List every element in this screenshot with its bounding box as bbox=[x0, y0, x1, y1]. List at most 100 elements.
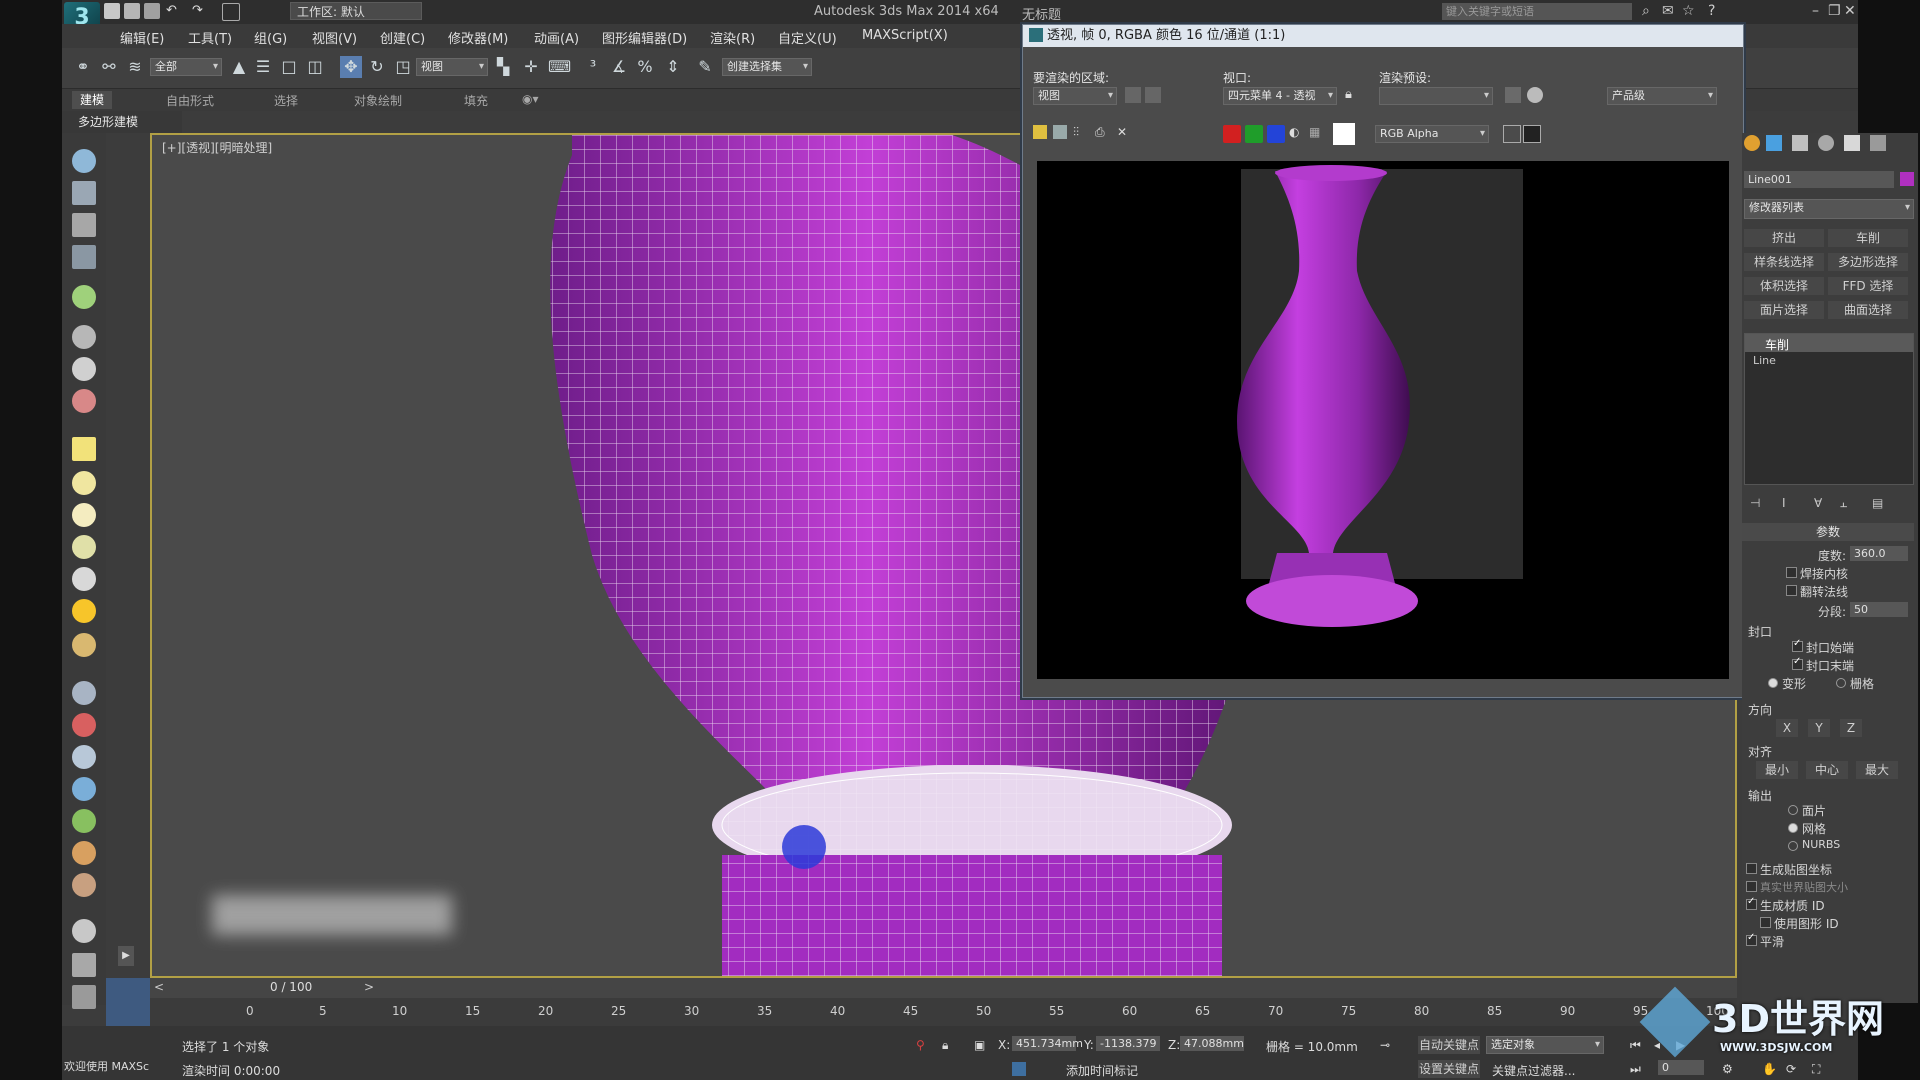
open-file-icon[interactable] bbox=[124, 3, 140, 19]
show-end-result-icon[interactable]: Ⅰ bbox=[1782, 496, 1786, 510]
teapot-icon[interactable] bbox=[72, 149, 96, 173]
keyboard-shortcut-icon[interactable]: ⌨ bbox=[548, 56, 571, 78]
cap-end-checkbox[interactable] bbox=[1792, 656, 1803, 670]
window-crossing-icon[interactable]: ◫ bbox=[304, 56, 326, 78]
scale-icon[interactable]: ◳ bbox=[392, 56, 414, 78]
layers-icon[interactable] bbox=[72, 985, 96, 1009]
ribbon-options-icon[interactable]: ◉▾ bbox=[522, 92, 539, 106]
help-icon[interactable]: ? bbox=[1708, 3, 1715, 19]
y-coordinate-field[interactable]: -1138.379 bbox=[1096, 1036, 1160, 1051]
modifier-list-dropdown[interactable]: 修改器列表 bbox=[1744, 199, 1914, 219]
toggle-ui-icon[interactable] bbox=[1503, 125, 1521, 143]
prev-frame-icon[interactable]: < bbox=[154, 980, 164, 994]
save-image-icon[interactable] bbox=[1033, 125, 1047, 139]
tab-populate[interactable]: 填充 bbox=[464, 92, 488, 109]
parameters-rollout[interactable]: 参数 bbox=[1742, 523, 1914, 541]
key-set-dropdown[interactable]: 选定对象 bbox=[1486, 1036, 1604, 1054]
tab-object-paint[interactable]: 对象绘制 bbox=[354, 92, 402, 109]
plant-icon[interactable] bbox=[72, 809, 96, 833]
use-shape-id-checkbox[interactable] bbox=[1760, 917, 1771, 928]
restore-icon[interactable]: ❐ bbox=[1828, 3, 1841, 19]
unlink-icon[interactable]: ⚯ bbox=[98, 56, 120, 78]
patch-select-button[interactable]: 面片选择 bbox=[1744, 301, 1824, 319]
image-icon[interactable] bbox=[72, 181, 96, 205]
globe-icon[interactable] bbox=[72, 777, 96, 801]
time-config-icon[interactable]: ⚙ bbox=[1722, 1062, 1733, 1076]
mono-icon[interactable]: ▦ bbox=[1309, 125, 1320, 139]
environment-icon[interactable] bbox=[1527, 87, 1543, 103]
particles-icon[interactable] bbox=[72, 325, 96, 349]
dir-z-button[interactable]: Z bbox=[1840, 719, 1862, 737]
brush-icon[interactable] bbox=[72, 713, 96, 737]
rotate-icon[interactable]: ↻ bbox=[366, 56, 388, 78]
x-coordinate-field[interactable]: 451.734mm bbox=[1012, 1036, 1083, 1051]
display-tab-icon[interactable] bbox=[1844, 135, 1860, 151]
out-nurbs-radio[interactable] bbox=[1788, 841, 1798, 851]
morph-radio[interactable] bbox=[1768, 678, 1778, 688]
display-toggle-icon[interactable] bbox=[1523, 125, 1541, 143]
set-key-button[interactable]: 设置关键点 bbox=[1418, 1060, 1480, 1078]
align-center-button[interactable]: 中心 bbox=[1806, 761, 1848, 779]
modify-tab-icon[interactable] bbox=[1766, 135, 1782, 151]
grid-radio[interactable] bbox=[1836, 678, 1846, 688]
quality-dropdown[interactable]: 产品级 bbox=[1607, 87, 1717, 105]
sun-icon[interactable] bbox=[72, 599, 96, 623]
new-file-icon[interactable] bbox=[104, 3, 120, 19]
menu-rendering[interactable]: 渲染(R) bbox=[710, 28, 755, 47]
channel-dropdown[interactable]: RGB Alpha bbox=[1375, 125, 1489, 143]
z-coordinate-field[interactable]: 47.088mm bbox=[1180, 1036, 1244, 1051]
preset-dropdown[interactable] bbox=[1379, 87, 1493, 105]
mini-listener-icon[interactable] bbox=[106, 978, 150, 1026]
undo-icon[interactable]: ↶ bbox=[166, 3, 182, 19]
object-color-swatch[interactable] bbox=[1900, 172, 1914, 186]
expand-arrow-icon[interactable]: ▶ bbox=[118, 946, 134, 966]
orbit-icon[interactable]: ⟳ bbox=[1786, 1062, 1796, 1076]
spacewarp-icon[interactable] bbox=[72, 681, 96, 705]
lock-icon[interactable]: 🔒︎ bbox=[1345, 87, 1352, 102]
surface-select-button[interactable]: 曲面选择 bbox=[1828, 301, 1908, 319]
clone-window-icon[interactable]: ⫶⫶ bbox=[1073, 125, 1079, 140]
selection-filter-dropdown[interactable]: 全部 bbox=[150, 58, 222, 76]
render-setup-icon[interactable] bbox=[1505, 87, 1521, 103]
gen-matid-checkbox[interactable] bbox=[1746, 896, 1757, 910]
menu-create[interactable]: 创建(C) bbox=[380, 28, 425, 47]
real-world-checkbox[interactable] bbox=[1746, 881, 1757, 892]
rect-selection-icon[interactable]: □ bbox=[278, 56, 300, 78]
tab-selection[interactable]: 选择 bbox=[274, 92, 298, 109]
add-time-tag[interactable]: 添加时间标记 bbox=[1066, 1062, 1138, 1079]
star-icon[interactable]: ☆ bbox=[1682, 3, 1695, 19]
segments-spinner[interactable]: 50 bbox=[1850, 602, 1908, 617]
light-icon[interactable] bbox=[72, 285, 96, 309]
auto-region-icon[interactable] bbox=[1145, 87, 1161, 103]
maxscript-listener[interactable]: 欢迎使用 MAXSc bbox=[64, 1058, 149, 1074]
menu-graph-editors[interactable]: 图形编辑器(D) bbox=[602, 28, 687, 47]
manipulate-icon[interactable]: ✛ bbox=[520, 56, 542, 78]
stack-item-lathe[interactable]: 车削 bbox=[1745, 334, 1913, 352]
abs-mode-icon[interactable]: ▣ bbox=[974, 1038, 985, 1052]
time-tag-icon[interactable] bbox=[1012, 1062, 1026, 1076]
stack-item-line[interactable]: Line bbox=[1753, 354, 1776, 367]
area-dropdown[interactable]: 视图 bbox=[1033, 87, 1117, 105]
select-object-icon[interactable]: ▲ bbox=[228, 56, 250, 78]
pan-icon[interactable]: ✋ bbox=[1762, 1062, 1777, 1076]
poly-select-button[interactable]: 多边形选择 bbox=[1828, 253, 1908, 271]
cloth-icon[interactable] bbox=[72, 873, 96, 897]
isolate-icon[interactable]: ⚲ bbox=[916, 1038, 925, 1052]
search-input[interactable]: 键入关键字或短语 bbox=[1442, 3, 1632, 20]
angle-snap-icon[interactable]: ∡ bbox=[608, 56, 630, 78]
menu-group[interactable]: 组(G) bbox=[254, 28, 287, 47]
menu-tools[interactable]: 工具(T) bbox=[188, 28, 232, 47]
motion-tab-icon[interactable] bbox=[1818, 135, 1834, 151]
close-icon[interactable]: ✕ bbox=[1844, 3, 1856, 19]
select-by-name-icon[interactable]: ☰ bbox=[252, 56, 274, 78]
create-tab-icon[interactable] bbox=[1744, 135, 1760, 151]
utilities-tab-icon[interactable] bbox=[1870, 135, 1886, 151]
next-frame-icon[interactable]: > bbox=[364, 980, 374, 994]
hair-icon[interactable] bbox=[72, 841, 96, 865]
table-icon[interactable] bbox=[72, 245, 96, 269]
menu-modifiers[interactable]: 修改器(M) bbox=[448, 28, 508, 47]
dir-y-button[interactable]: Y bbox=[1808, 719, 1830, 737]
helper-icon[interactable] bbox=[72, 745, 96, 769]
snaps-icon[interactable]: ³ bbox=[582, 56, 604, 78]
alpha-channel-icon[interactable]: ◐ bbox=[1289, 125, 1299, 139]
